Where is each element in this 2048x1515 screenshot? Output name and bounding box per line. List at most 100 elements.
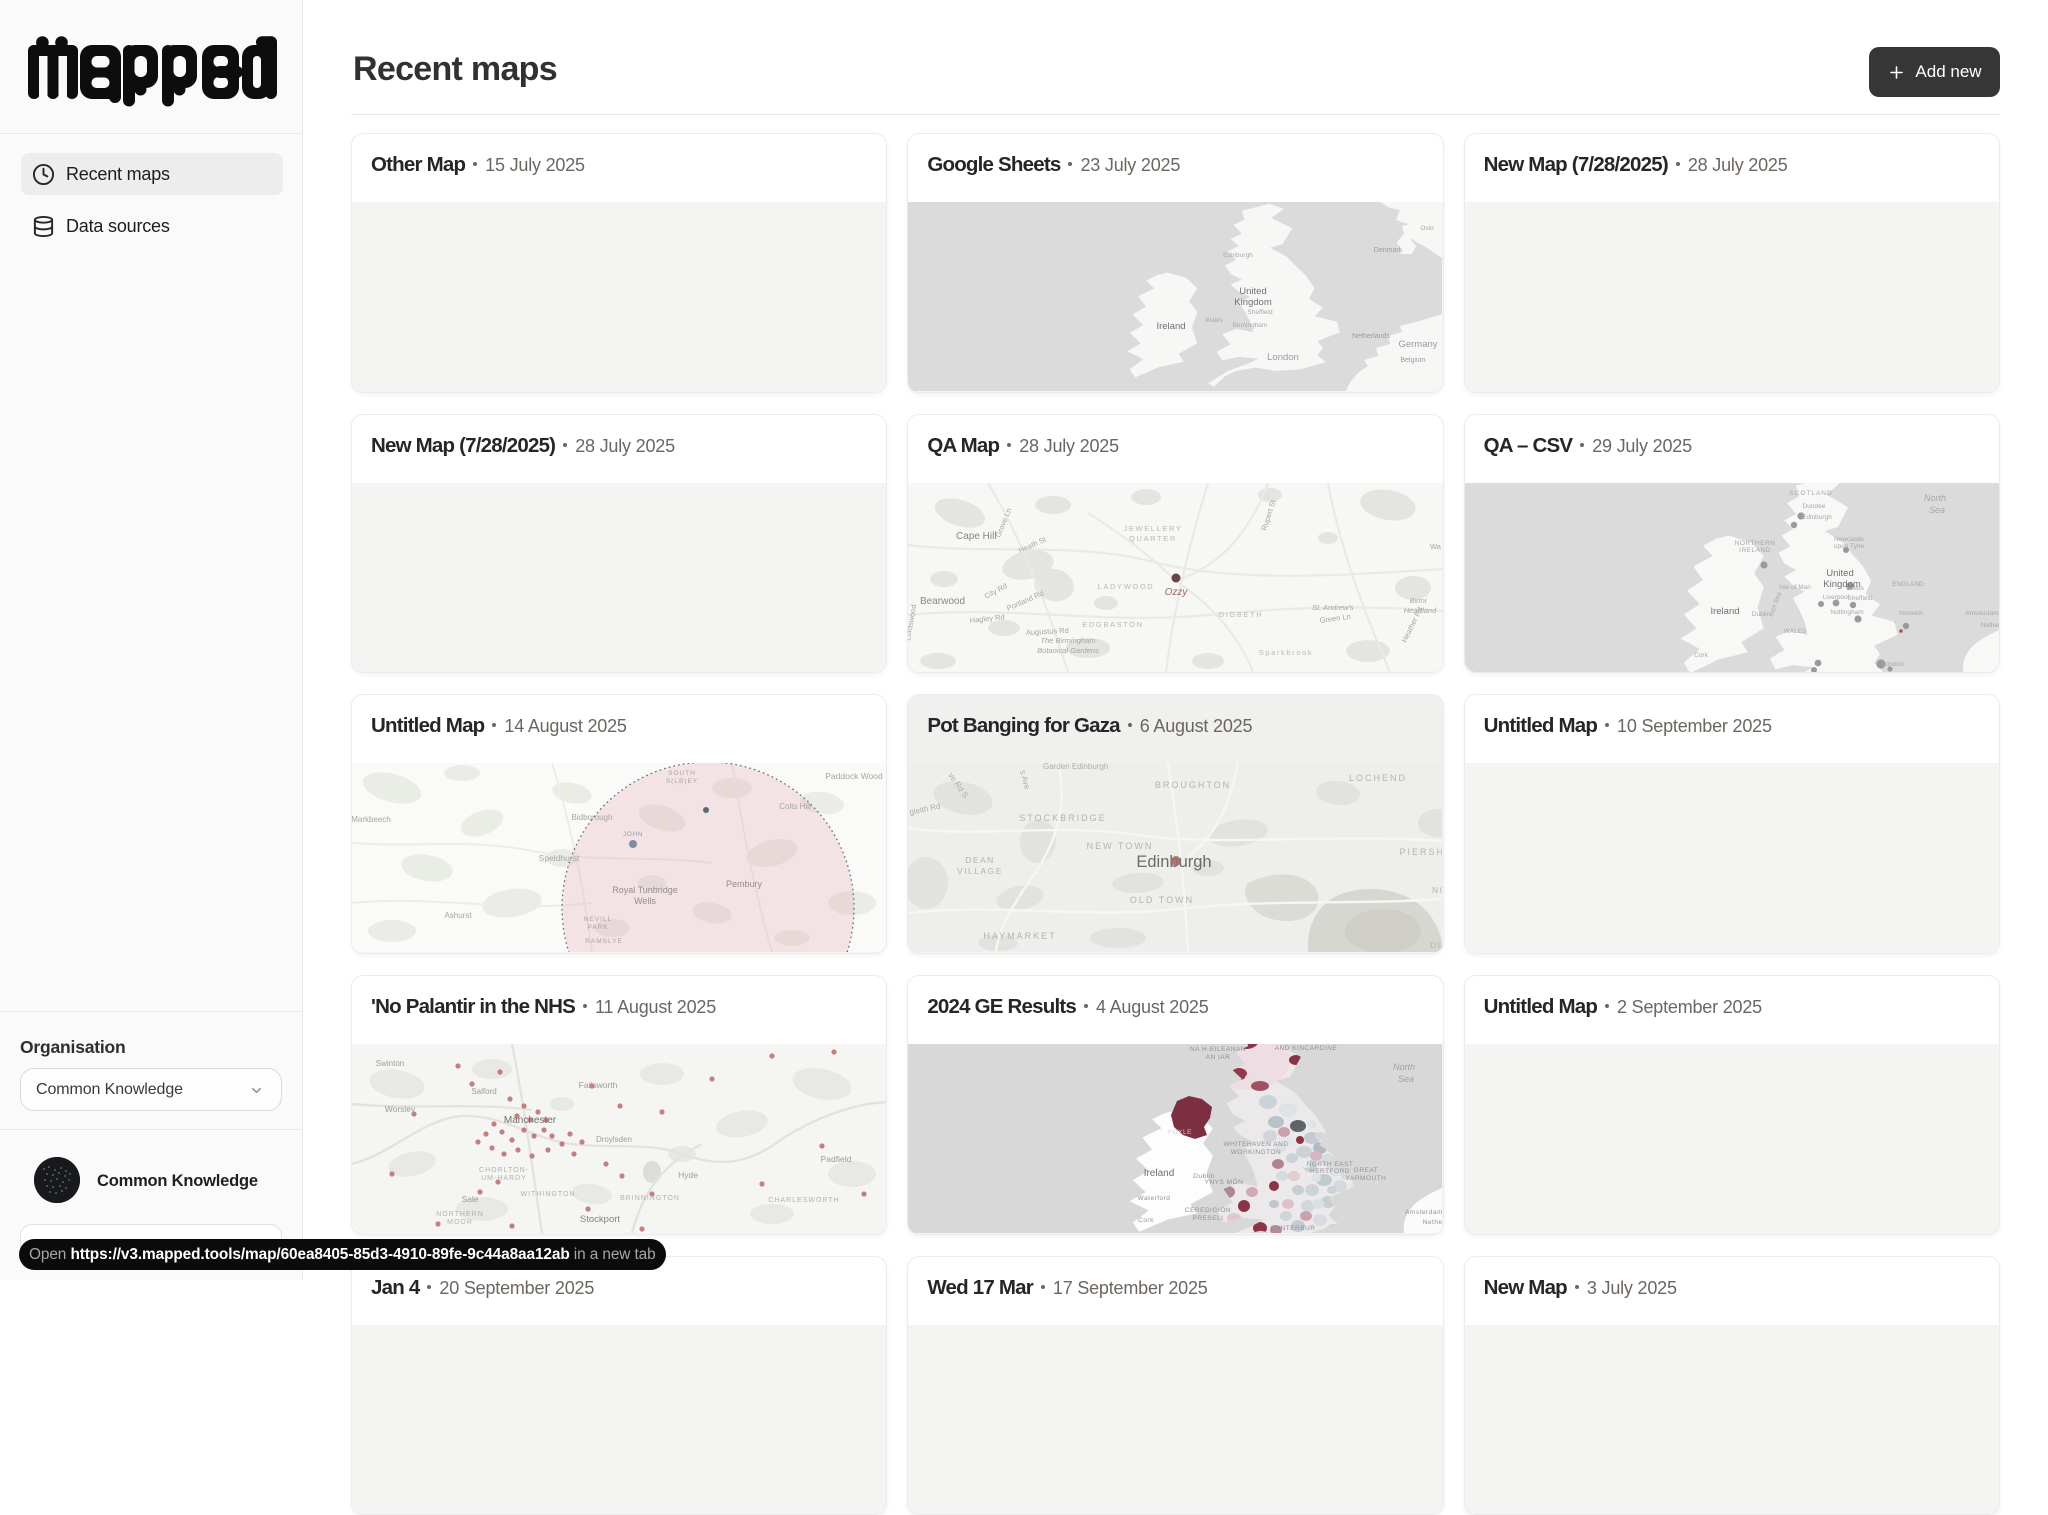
svg-text:NORTHERN: NORTHERN (1734, 540, 1775, 547)
svg-text:Wa: Wa (1430, 542, 1442, 551)
svg-text:WALES: WALES (1783, 628, 1806, 635)
svg-text:AN IAR: AN IAR (1206, 1054, 1231, 1061)
svg-text:OLD TOWN: OLD TOWN (1130, 895, 1194, 905)
svg-text:Cape Hill: Cape Hill (956, 531, 997, 542)
svg-text:Sale: Sale (461, 1194, 478, 1204)
svg-text:Wells: Wells (634, 896, 656, 906)
svg-text:Worsley: Worsley (385, 1104, 416, 1114)
svg-text:London: London (1882, 661, 1904, 668)
svg-text:Padfield: Padfield (821, 1154, 852, 1164)
svg-text:Newcastle: Newcastle (1834, 536, 1864, 543)
svg-text:SOUTH: SOUTH (668, 770, 696, 777)
svg-text:.: . (1894, 618, 1896, 625)
svg-text:Sparkbrook: Sparkbrook (1259, 648, 1313, 657)
svg-text:Denmark: Denmark (1374, 247, 1403, 254)
svg-text:CEREDIGION: CEREDIGION (1185, 1207, 1231, 1214)
svg-text:Kingdom: Kingdom (1235, 297, 1273, 308)
svg-text:Oslo: Oslo (1421, 225, 1435, 232)
svg-text:Cork: Cork (1138, 1217, 1154, 1224)
svg-text:WHITEHAVEN AND: WHITEHAVEN AND (1224, 1141, 1289, 1148)
svg-text:NEVILL: NEVILL (584, 916, 612, 923)
svg-text:Ozzy: Ozzy (1165, 587, 1189, 598)
svg-text:Netherlands: Netherlands (1352, 333, 1390, 340)
svg-text:The Birmingham: The Birmingham (1041, 636, 1096, 645)
svg-text:Royal Tunbridge: Royal Tunbridge (612, 885, 678, 895)
svg-text:EDGBASTON: EDGBASTON (1083, 620, 1144, 629)
svg-text:Belgium: Belgium (1401, 357, 1426, 364)
svg-text:Garden Edinburgh: Garden Edinburgh (1043, 763, 1108, 771)
svg-text:CANTERBUR: CANTERBUR (1271, 1225, 1316, 1232)
svg-text:Netherla: Netherla (1980, 622, 1998, 629)
svg-text:FOYLE: FOYLE (1168, 1129, 1192, 1136)
svg-text:Heartland: Heartland (1404, 606, 1437, 615)
svg-text:CHARLESWORTH: CHARLESWORTH (768, 1197, 839, 1204)
svg-text:Dundee: Dundee (1802, 503, 1825, 510)
svg-text:SCOTLAND: SCOTLAND (1789, 490, 1832, 497)
svg-text:Failsworth: Failsworth (579, 1080, 618, 1090)
svg-text:YARMOUTH: YARMOUTH (1346, 1175, 1387, 1182)
svg-text:IRELAND: IRELAND (1739, 547, 1771, 554)
svg-text:NEW TOWN: NEW TOWN (1087, 841, 1154, 851)
svg-text:United: United (1826, 568, 1853, 579)
svg-text:Manchester: Manchester (504, 1115, 557, 1126)
svg-text:Colts Hill: Colts Hill (779, 802, 811, 811)
svg-text:Bearwood: Bearwood (920, 596, 965, 607)
svg-text:WORKINGTON: WORKINGTON (1231, 1149, 1281, 1156)
svg-text:Bidborough: Bidborough (572, 813, 613, 822)
svg-text:NOI: NOI (1432, 885, 1442, 895)
svg-text:Edinburgh: Edinburgh (1224, 252, 1254, 259)
svg-text:Ireland: Ireland (1710, 606, 1739, 617)
svg-text:STOCKBRIDGE: STOCKBRIDGE (1020, 813, 1107, 823)
svg-text:North: North (1924, 493, 1946, 503)
svg-text:Ireland: Ireland (1144, 1168, 1175, 1179)
svg-text:Nottingham: Nottingham (1830, 609, 1863, 616)
svg-text:S(LB)EY: S(LB)EY (666, 778, 698, 785)
svg-text:GREAT: GREAT (1354, 1167, 1378, 1174)
svg-text:London: London (1267, 352, 1299, 363)
svg-text:PRESELI: PRESELI (1193, 1215, 1224, 1222)
svg-text:WITHINGTON: WITHINGTON (521, 1191, 576, 1198)
svg-text:AND KINCARDINE: AND KINCARDINE (1275, 1045, 1338, 1052)
svg-text:HAYMARKET: HAYMARKET (984, 931, 1057, 941)
svg-text:Birmi: Birmi (1410, 596, 1427, 605)
svg-text:Sheffield: Sheffield (1248, 309, 1274, 316)
svg-text:ENGLAND: ENGLAND (1892, 581, 1924, 588)
svg-text:PARK: PARK (587, 924, 608, 931)
svg-text:upon Tyne: upon Tyne (1834, 543, 1865, 550)
svg-text:Wales: Wales (1205, 317, 1224, 324)
svg-text:Sea: Sea (1398, 1074, 1414, 1084)
svg-text:QUARTER: QUARTER (1129, 534, 1177, 543)
svg-text:Hyde: Hyde (678, 1170, 698, 1180)
svg-text:PIERSHIL: PIERSHIL (1400, 847, 1443, 857)
svg-text:Ireland: Ireland (1157, 321, 1186, 332)
svg-text:NORTH EAST: NORTH EAST (1307, 1161, 1354, 1168)
svg-text:BRINNINGTON: BRINNINGTON (620, 1195, 680, 1202)
svg-text:Droylsden: Droylsden (596, 1135, 632, 1144)
svg-text:VILLAGE: VILLAGE (957, 866, 1003, 876)
svg-text:JEWELLERY: JEWELLERY (1124, 524, 1183, 533)
svg-text:CHORLTON-: CHORLTON- (479, 1167, 529, 1174)
svg-text:Waterford: Waterford (1138, 1195, 1171, 1202)
svg-text:JOHN: JOHN (623, 831, 643, 838)
svg-text:Isle of Man: Isle of Man (1779, 584, 1811, 591)
svg-text:Norwich: Norwich (1899, 610, 1923, 617)
svg-text:NA H-EILEANAN: NA H-EILEANAN (1190, 1046, 1246, 1053)
svg-text:LADYWOOD: LADYWOOD (1098, 582, 1155, 591)
svg-text:Germany: Germany (1399, 339, 1438, 350)
svg-text:Paddock Wood: Paddock Wood (825, 771, 883, 781)
svg-text:DUD: DUD (1430, 940, 1442, 950)
svg-text:Sea: Sea (1929, 505, 1945, 515)
svg-text:BROUGHTON: BROUGHTON (1155, 780, 1231, 790)
svg-text:United: United (1240, 286, 1267, 297)
svg-text:Stockport: Stockport (580, 1214, 620, 1225)
svg-text:Swinton: Swinton (376, 1059, 404, 1068)
svg-text:Ashurst: Ashurst (444, 911, 472, 920)
svg-text:Botanical Gardens: Botanical Gardens (1037, 646, 1099, 655)
svg-text:St. Andrew's: St. Andrew's (1312, 603, 1354, 612)
svg-text:LOCHEND: LOCHEND (1349, 773, 1407, 783)
svg-text:Amsterdam: Amsterdam (1405, 1209, 1442, 1216)
svg-text:Markbeech: Markbeech (352, 815, 391, 824)
svg-text:MOOR: MOOR (447, 1219, 473, 1226)
svg-text:NORTHERN: NORTHERN (436, 1211, 484, 1218)
svg-text:HERTFORD: HERTFORD (1310, 1168, 1350, 1175)
